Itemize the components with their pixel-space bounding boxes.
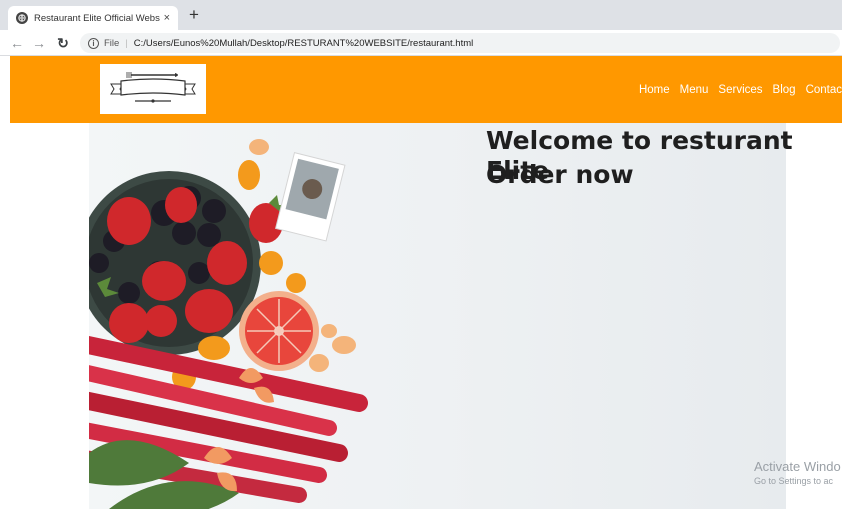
globe-icon [16,12,28,24]
browser-tab-strip: Restaurant Elite Official Website × + [0,0,842,30]
restaurant-logo[interactable] [100,64,206,114]
activate-windows-watermark: Activate Windo Go to Settings to ac [754,459,841,486]
forward-arrow-icon[interactable]: → [30,34,48,52]
logo-graphic [110,72,196,103]
close-tab-icon[interactable]: × [164,12,170,24]
hero-subtitle: Order now [486,160,634,189]
new-tab-button[interactable]: + [184,5,204,25]
address-bar-row: ← → ↻ i File | C:/Users/Eunos%20Mullah/D… [0,30,842,56]
site-header: Home Menu Services Blog Contac [10,56,842,123]
address-input[interactable]: i File | C:/Users/Eunos%20Mullah/Desktop… [80,33,840,53]
nav-blog[interactable]: Blog [773,84,796,96]
browser-tab[interactable]: Restaurant Elite Official Website × [8,6,178,30]
tab-title: Restaurant Elite Official Website [34,12,160,24]
file-scheme-label: File [104,37,120,49]
watermark-line-1: Activate Windo [754,459,841,474]
nav-services[interactable]: Services [718,84,762,96]
nav-menu[interactable]: Menu [680,84,709,96]
separator: | [125,37,128,49]
nav-home[interactable]: Home [639,84,670,96]
watermark-line-2: Go to Settings to ac [754,476,834,486]
main-nav: Home Menu Services Blog Contac [639,56,842,123]
info-icon[interactable]: i [88,37,99,49]
back-arrow-icon[interactable]: ← [8,34,26,52]
nav-contact[interactable]: Contac [806,84,842,96]
url-text: C:/Users/Eunos%20Mullah/Desktop/RESTURAN… [133,37,474,49]
reload-icon[interactable]: ↻ [54,34,72,52]
